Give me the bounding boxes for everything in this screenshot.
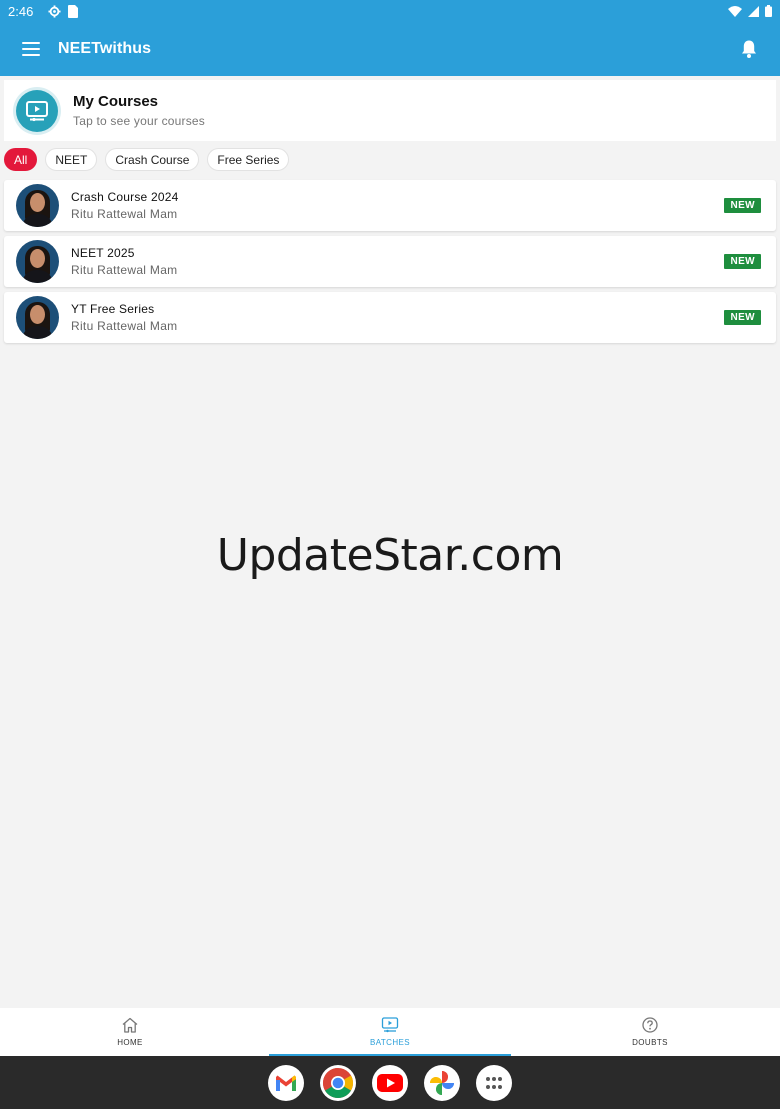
watermark-text: UpdateStar.com <box>216 530 564 581</box>
teacher-avatar <box>16 296 59 339</box>
teacher-avatar <box>16 184 59 227</box>
course-teacher: Ritu Rattewal Mam <box>71 263 178 277</box>
course-teacher: Ritu Rattewal Mam <box>71 207 178 221</box>
photos-icon[interactable] <box>424 1064 460 1101</box>
settings-status-icon <box>48 4 61 18</box>
batches-icon <box>381 1017 399 1033</box>
course-list: Crash Course 2024 Ritu Rattewal Mam NEW … <box>4 180 776 348</box>
app-title: NEETwithus <box>58 40 152 57</box>
help-icon <box>642 1017 658 1033</box>
chrome-icon[interactable] <box>320 1064 356 1101</box>
system-dock <box>0 1056 780 1109</box>
nav-batches[interactable]: BATCHES <box>260 1008 520 1056</box>
course-name: NEET 2025 <box>71 246 135 260</box>
filter-chips: All NEET Crash Course Free Series <box>4 148 290 171</box>
course-card[interactable]: NEET 2025 Ritu Rattewal Mam NEW <box>4 236 776 287</box>
course-card[interactable]: Crash Course 2024 Ritu Rattewal Mam NEW <box>4 180 776 231</box>
new-badge: NEW <box>724 254 761 269</box>
signal-icon <box>748 5 759 17</box>
course-name: Crash Course 2024 <box>71 190 179 204</box>
filter-chip-neet[interactable]: NEET <box>45 148 98 171</box>
status-bar: 2:46 <box>0 0 780 22</box>
toolbar: NEETwithus <box>0 26 780 72</box>
my-courses-title: My Courses <box>73 93 159 110</box>
battery-icon <box>765 5 772 17</box>
new-badge: NEW <box>724 198 761 213</box>
course-tv-icon <box>16 89 58 132</box>
gmail-icon[interactable] <box>268 1064 304 1101</box>
sim-card-icon <box>68 4 79 18</box>
my-courses-card[interactable]: My Courses Tap to see your courses <box>4 80 776 141</box>
filter-chip-all[interactable]: All <box>4 148 38 171</box>
nav-doubts[interactable]: DOUBTS <box>520 1008 780 1056</box>
notification-bell-icon[interactable] <box>740 39 758 59</box>
youtube-icon[interactable] <box>372 1064 408 1101</box>
status-time: 2:46 <box>8 3 34 19</box>
bottom-navigation: HOME BATCHES DOUBTS <box>0 1008 780 1056</box>
menu-icon[interactable] <box>22 42 40 56</box>
course-name: YT Free Series <box>71 302 155 316</box>
filter-chip-crash-course[interactable]: Crash Course <box>105 148 200 171</box>
teacher-avatar <box>16 240 59 283</box>
my-courses-subtitle: Tap to see your courses <box>73 114 206 128</box>
nav-doubts-label: DOUBTS <box>632 1038 668 1047</box>
new-badge: NEW <box>724 310 761 325</box>
filter-chip-free-series[interactable]: Free Series <box>207 148 290 171</box>
nav-home-label: HOME <box>117 1038 143 1047</box>
nav-home[interactable]: HOME <box>0 1008 260 1056</box>
app-bar: 2:46 NEETwithus <box>0 0 780 76</box>
wifi-icon <box>728 5 742 17</box>
nav-batches-label: BATCHES <box>370 1038 410 1047</box>
app-drawer-icon[interactable] <box>476 1064 512 1101</box>
course-teacher: Ritu Rattewal Mam <box>71 319 178 333</box>
course-card[interactable]: YT Free Series Ritu Rattewal Mam NEW <box>4 292 776 343</box>
home-icon <box>122 1017 138 1033</box>
